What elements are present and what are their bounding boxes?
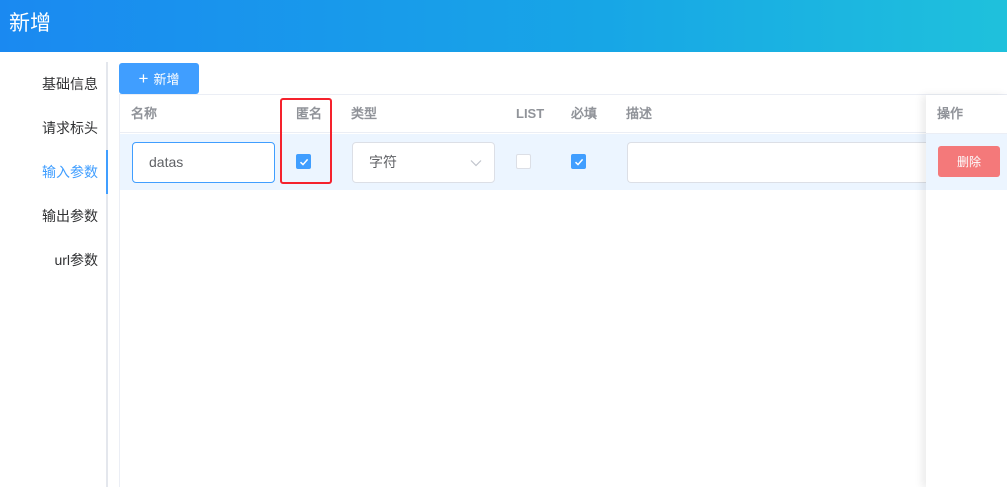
tab-url-params[interactable]: url参数: [54, 238, 98, 282]
add-button-label: 新增: [153, 72, 180, 87]
chevron-down-icon: [470, 160, 482, 167]
delete-button[interactable]: 删除: [938, 146, 1000, 177]
param-type-value: 字符: [369, 154, 397, 170]
tab-divider-line: [106, 62, 108, 487]
column-header-action: 操作: [937, 106, 964, 121]
tab-output-params[interactable]: 输出参数: [42, 194, 98, 238]
tab-basic-info[interactable]: 基础信息: [42, 62, 98, 106]
param-name-input[interactable]: datas: [132, 142, 275, 183]
table-header: 名称 匿名 类型 LIST 必填 描述: [120, 95, 1007, 133]
action-cell: 删除: [926, 134, 1007, 190]
column-header-name: 名称: [131, 106, 158, 121]
column-header-list: LIST: [516, 106, 545, 121]
actions-column: 操作 删除: [926, 95, 1007, 487]
column-header-anonymous: 匿名: [296, 106, 323, 121]
required-checkbox[interactable]: [571, 154, 586, 169]
description-input[interactable]: [627, 142, 947, 183]
page-title: 新增: [9, 12, 51, 35]
plus-icon: +: [138, 69, 149, 88]
page-header: 新增: [0, 0, 1007, 52]
anonymous-checkbox[interactable]: [296, 154, 311, 169]
column-header-type: 类型: [351, 106, 378, 121]
check-icon: [574, 158, 584, 166]
table-row: datas 字符: [120, 134, 947, 190]
column-header-required: 必填: [571, 106, 598, 121]
side-tabs: 基础信息 请求标头 输入参数 输出参数 url参数: [0, 62, 110, 487]
params-table: 名称 匿名 类型 LIST 必填 描述 datas 字符 操作 删除: [119, 94, 1007, 487]
active-tab-indicator: [106, 150, 108, 194]
param-type-select[interactable]: 字符: [352, 142, 495, 183]
tab-input-params[interactable]: 输入参数: [42, 150, 98, 194]
add-param-button[interactable]: + 新增: [119, 63, 199, 94]
tab-request-headers[interactable]: 请求标头: [42, 106, 98, 150]
list-checkbox[interactable]: [516, 154, 531, 169]
check-icon: [299, 158, 309, 166]
column-header-description: 描述: [626, 106, 653, 121]
